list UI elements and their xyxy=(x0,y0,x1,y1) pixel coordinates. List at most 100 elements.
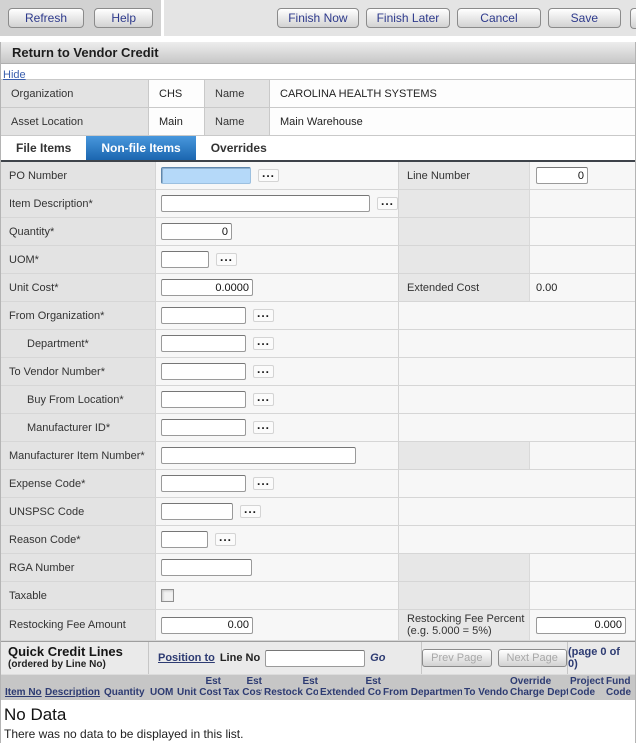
column-header-line1: Fund xyxy=(606,676,631,687)
go-link[interactable]: Go xyxy=(370,652,385,664)
column-header-line2: Item No xyxy=(5,687,43,698)
restocking-fee-amount-input[interactable] xyxy=(161,617,253,634)
rga-number-field-cell xyxy=(156,554,399,581)
restocking-fee-amount-label: Restocking Fee Amount xyxy=(1,610,156,640)
po-number-input[interactable] xyxy=(161,167,251,184)
quick-credit-lines-column-headers: Item NoDescriptionQuantityUOMEstUnit Cos… xyxy=(1,674,635,700)
buy-from-location-input[interactable] xyxy=(161,391,246,408)
unspsc-code-input[interactable] xyxy=(161,503,233,520)
column-header-line1: Override xyxy=(510,676,568,687)
unit-cost-input[interactable] xyxy=(161,279,253,296)
restocking-fee-percent-hint: (e.g. 5.000 = 5%) xyxy=(407,625,529,637)
from-organization-lookup-icon[interactable]: ... xyxy=(253,309,274,322)
column-header-description[interactable]: Description xyxy=(45,675,102,698)
position-to-link[interactable]: Position to xyxy=(158,652,215,664)
tab-overrides[interactable]: Overrides xyxy=(196,136,282,160)
form-row: RGA Number xyxy=(1,554,635,582)
department-lookup-icon[interactable]: ... xyxy=(253,337,274,350)
uom-lookup-icon[interactable]: ... xyxy=(216,253,237,266)
refresh-button[interactable]: Refresh xyxy=(8,8,84,28)
line-no-label: Line No xyxy=(220,652,260,664)
reason-code-lookup-icon[interactable]: ... xyxy=(215,533,236,546)
empty-side-cell xyxy=(399,414,635,441)
cancel-button[interactable]: Cancel xyxy=(457,8,540,28)
quick-credit-lines-subtitle: (ordered by Line No) xyxy=(8,659,148,670)
rga-number-label: RGA Number xyxy=(1,554,156,581)
to-vendor-number-input[interactable] xyxy=(161,363,246,380)
to-vendor-number-lookup-icon[interactable]: ... xyxy=(253,365,274,378)
column-header-fund-code: FundCode xyxy=(606,675,631,698)
restocking-fee-percent-field-cell xyxy=(529,610,635,640)
line-number-label: Line Number xyxy=(399,162,529,189)
page-title: Return to Vendor Credit xyxy=(1,42,635,64)
po-number-field-cell: ... xyxy=(156,162,399,189)
help-button[interactable]: Help xyxy=(94,8,153,28)
column-header-item-no[interactable]: Item No xyxy=(5,675,43,698)
save-button[interactable]: Save xyxy=(548,8,621,28)
empty-side-cell xyxy=(399,470,635,497)
non-file-items-form: PO Number...Line NumberItem Description*… xyxy=(1,162,635,641)
column-header-line2: Unit Cost xyxy=(177,687,221,698)
restocking-fee-percent-label: Restocking Fee Percent(e.g. 5.000 = 5%) xyxy=(399,610,529,640)
quantity-input[interactable] xyxy=(161,223,232,240)
rga-number-input[interactable] xyxy=(161,559,252,576)
column-header-line1: Est xyxy=(264,676,318,687)
form-row: To Vendor Number*... xyxy=(1,358,635,386)
toolbar-left-section: Refresh Help xyxy=(0,0,164,36)
tab-bar: File ItemsNon-file ItemsOverrides xyxy=(1,136,635,162)
manufacturer-id-lookup-icon[interactable]: ... xyxy=(253,421,274,434)
expense-code-input[interactable] xyxy=(161,475,246,492)
unspsc-code-lookup-icon[interactable]: ... xyxy=(240,505,261,518)
line-number-input[interactable] xyxy=(536,167,588,184)
column-header-override-charge-dept: OverrideCharge Dept xyxy=(510,675,568,698)
hide-row: Hide xyxy=(1,64,635,79)
finish-now-button[interactable]: Finish Now xyxy=(277,8,358,28)
next-page-button[interactable]: Next Page xyxy=(498,649,567,667)
reason-code-input[interactable] xyxy=(161,531,208,548)
toolbar-right-section: Finish Now Finish Later Cancel Save xyxy=(164,0,636,36)
manufacturer-id-label: Manufacturer ID* xyxy=(1,414,156,441)
prev-page-button[interactable]: Prev Page xyxy=(422,649,491,667)
form-row: Manufacturer Item Number* xyxy=(1,442,635,470)
form-row: Buy From Location*... xyxy=(1,386,635,414)
item-description-lookup-icon[interactable]: ... xyxy=(377,197,398,210)
column-header-quantity: Quantity xyxy=(104,675,148,698)
tab-file-items[interactable]: File Items xyxy=(1,136,86,160)
column-header-line2: UOM xyxy=(150,687,175,698)
column-header-line2: Description xyxy=(45,687,102,698)
page-status: (page 0 of 0) xyxy=(567,642,635,674)
restocking-fee-amount-field-cell xyxy=(156,610,399,640)
expense-code-lookup-icon[interactable]: ... xyxy=(253,477,274,490)
empty-side-label-cell xyxy=(399,190,529,217)
empty-side-cell xyxy=(399,526,635,553)
buy-from-location-lookup-icon[interactable]: ... xyxy=(253,393,274,406)
to-vendor-number-label: To Vendor Number* xyxy=(1,358,156,385)
from-organization-input[interactable] xyxy=(161,307,246,324)
position-to-line-no-input[interactable] xyxy=(265,650,365,667)
empty-side-label-cell xyxy=(399,554,529,581)
manufacturer-item-number-input[interactable] xyxy=(161,447,356,464)
column-header-line2: To Vendor xyxy=(464,687,508,698)
tab-non-file-items[interactable]: Non-file Items xyxy=(86,136,195,160)
empty-side-field-cell xyxy=(529,554,635,581)
uom-input[interactable] xyxy=(161,251,209,268)
item-description-input[interactable] xyxy=(161,195,370,212)
quantity-label: Quantity* xyxy=(1,218,156,245)
po-number-lookup-icon[interactable]: ... xyxy=(258,169,279,182)
column-header-est-unit-cost: EstUnit Cost xyxy=(177,675,221,698)
reason-code-field-cell: ... xyxy=(156,526,399,553)
extended-cost-label: Extended Cost xyxy=(399,274,529,301)
reason-code-label: Reason Code* xyxy=(1,526,156,553)
quantity-field-cell xyxy=(156,218,399,245)
buy-from-location-label: Buy From Location* xyxy=(1,386,156,413)
taxable-checkbox[interactable] xyxy=(161,589,174,602)
finish-later-button[interactable]: Finish Later xyxy=(366,8,451,28)
restocking-fee-percent-input[interactable] xyxy=(536,617,626,634)
empty-side-label-cell xyxy=(399,246,529,273)
manufacturer-id-input[interactable] xyxy=(161,419,246,436)
department-input[interactable] xyxy=(161,335,246,352)
extended-cost-field-cell: 0.00 xyxy=(529,274,635,301)
column-header-line2: Extended Cost xyxy=(320,687,381,698)
empty-side-cell xyxy=(399,358,635,385)
extended-cost-value: 0.00 xyxy=(536,282,557,294)
